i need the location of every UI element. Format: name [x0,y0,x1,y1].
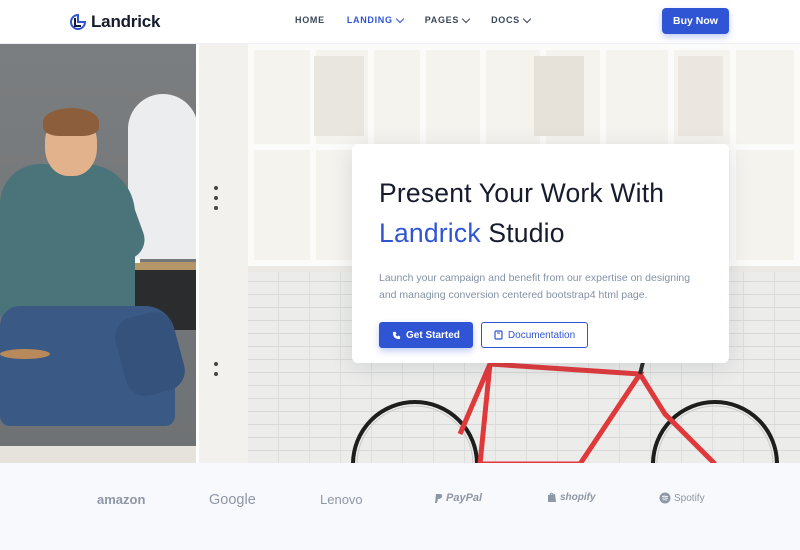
brand-google-logo: Google [209,492,256,508]
nav-pages-label: PAGES [424,15,460,25]
nav-docs[interactable]: DOCS [491,14,532,25]
chevron-down-icon [461,14,471,23]
brand-spotify-logo: Spotify [659,492,705,504]
documentation-label: Documentation [507,329,576,341]
main-nav: HOME LANDING PAGES DOCS [295,14,552,25]
hero-title-accent: Landrick [379,218,481,248]
hero-title: Present Your Work With Landrick Studio [379,173,702,253]
brand-spotify-label: Spotify [674,492,705,504]
hero-section: Present Your Work With Landrick Studio L… [0,44,800,463]
shopify-bag-icon [548,492,556,502]
hero-title-rest: Studio [480,218,565,248]
brand-google-label: Google [209,492,256,508]
brand-paypal-label: PayPal [446,492,483,504]
hero-title-line1: Present Your Work With [379,178,665,208]
documentation-button[interactable]: Documentation [480,322,589,348]
hero-photo-person [0,44,200,446]
brand-logos: amazon Google Lenovo PayPal shopify Spot… [0,463,800,550]
chevron-down-icon [522,14,532,23]
paypal-icon [435,493,443,503]
chevron-down-icon [395,14,404,23]
nav-docs-label: DOCS [491,15,520,25]
brand-shopify-label: shopify [560,492,596,503]
navbar: Landrick HOME LANDING PAGES DOCS Buy Now [0,0,800,44]
nav-landing[interactable]: LANDING [346,14,404,25]
logo-icon [70,14,86,30]
hero-buttons: Get Started Documentation [379,322,702,348]
hero-card: Present Your Work With Landrick Studio L… [352,144,729,363]
get-started-label: Get Started [406,329,460,341]
brand-shopify-logo: shopify [547,492,596,503]
book-icon [494,330,503,340]
brand-name: Landrick [91,12,161,31]
brand-paypal-logo: PayPal [434,492,482,504]
hero-description: Launch your campaign and benefit from ou… [379,272,691,301]
brand-amazon-logo: amazon [97,492,145,507]
buy-now-button[interactable]: Buy Now [662,8,729,34]
brand-lenovo-logo: Lenovo [320,492,363,507]
nav-home-label: HOME [295,15,325,25]
hero-door [196,44,248,463]
nav-pages[interactable]: PAGES [424,14,471,25]
brand-lenovo-label: Lenovo [320,492,363,507]
nav-home[interactable]: HOME [295,15,325,25]
spotify-icon [659,492,671,504]
get-started-button[interactable]: Get Started [379,322,473,348]
logo[interactable]: Landrick [70,10,160,34]
nav-landing-label: LANDING [346,15,393,25]
phone-icon [392,331,401,339]
brand-amazon-label: amazon [97,492,146,507]
